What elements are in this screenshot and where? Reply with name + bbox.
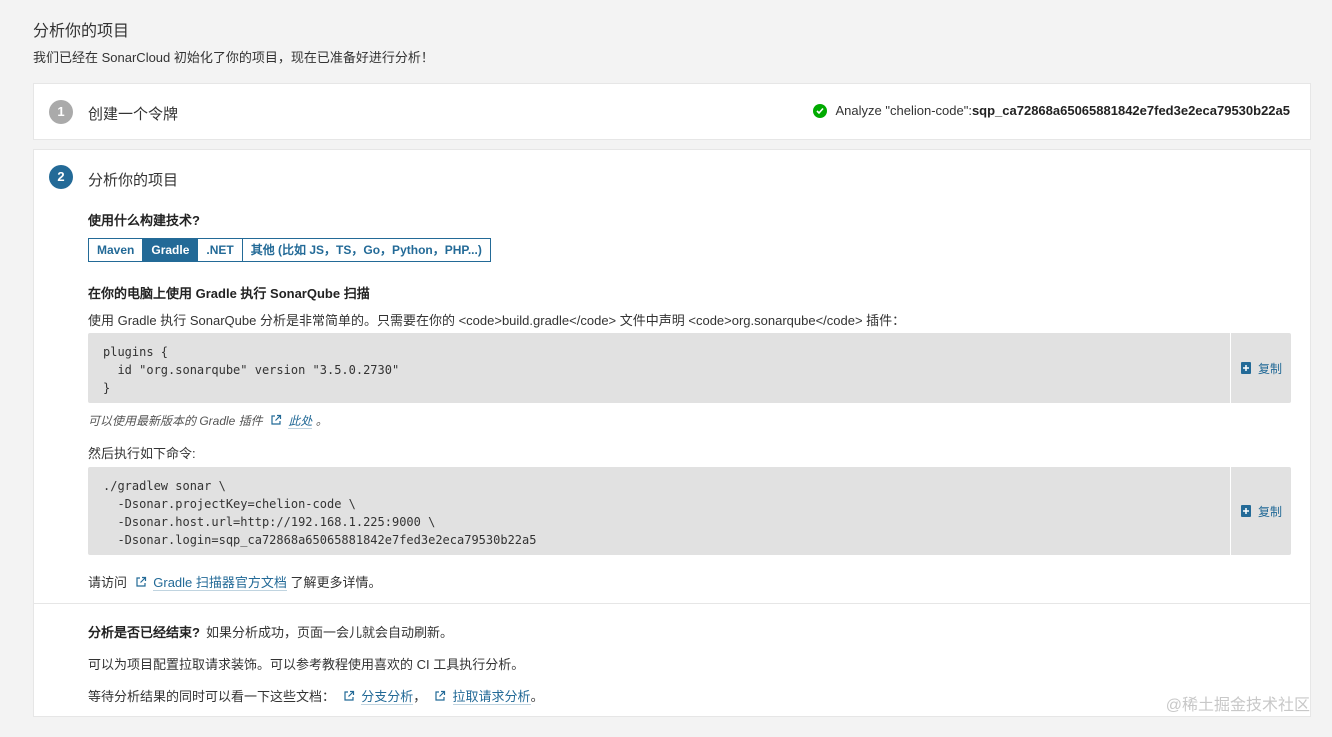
visit-prefix: 请访问 bbox=[88, 575, 128, 590]
watermark: @稀土掘金技术社区 bbox=[1165, 697, 1310, 714]
plugin-note-suffix: 。 bbox=[315, 414, 328, 428]
option-gradle[interactable]: Gradle bbox=[142, 238, 199, 262]
token-label: Analyze "chelion-code": bbox=[835, 103, 972, 118]
then-label: 然后执行如下命令: bbox=[88, 446, 196, 461]
docs-separator: ， bbox=[413, 689, 427, 704]
analysis-done-question: 分析是否已经结束? 如果分析成功，页面一会儿就会自动刷新。 bbox=[88, 622, 453, 641]
pr-decoration-text: 可以为项目配置拉取请求装饰。可以参考教程使用喜欢的 CI 工具执行分析。 bbox=[88, 657, 525, 672]
step-2-label: 分析你的项目 bbox=[88, 172, 179, 189]
step-number-1: 1 bbox=[49, 100, 73, 124]
plugin-note: 可以使用最新版本的 Gradle 插件 此处 。 bbox=[88, 412, 328, 429]
copy-icon bbox=[1240, 505, 1251, 517]
docs-suffix: 。 bbox=[530, 689, 544, 704]
page-title: 分析你的项目 bbox=[33, 23, 130, 40]
visit-suffix: 了解更多详情。 bbox=[290, 575, 382, 590]
option-other[interactable]: 其他 (比如 JS，TS，Go，Python，PHP...) bbox=[241, 238, 491, 262]
step-number-2: 2 bbox=[49, 165, 73, 189]
build-question: 使用什么构建技术? bbox=[88, 213, 200, 228]
step-create-token: 1 创建一个令牌 Analyze "chelion-code": sqp_ca7… bbox=[33, 83, 1311, 140]
external-link-icon bbox=[435, 690, 446, 701]
build-tech-selector: Maven Gradle .NET 其他 (比如 JS，TS，Go，Python… bbox=[88, 238, 491, 262]
divider bbox=[34, 603, 1310, 604]
copy-label: 复制 bbox=[1257, 504, 1282, 519]
option-maven[interactable]: Maven bbox=[88, 238, 144, 262]
external-link-icon bbox=[136, 576, 146, 587]
check-icon bbox=[812, 103, 827, 118]
external-link-icon bbox=[271, 414, 282, 425]
option-dotnet[interactable]: .NET bbox=[197, 238, 243, 262]
copy-label: 复制 bbox=[1257, 361, 1282, 376]
copy-button-plugin[interactable]: 复制 bbox=[1230, 333, 1291, 403]
plugin-code-block: plugins { id "org.sonarqube" version "3.… bbox=[88, 333, 1291, 403]
pull-request-analysis-link[interactable]: 拉取请求分析 bbox=[452, 689, 531, 705]
token-value: sqp_ca72868a65065881842e7fed3e2eca79530b… bbox=[971, 103, 1290, 118]
external-link-icon bbox=[344, 690, 354, 701]
step-1-label: 创建一个令牌 bbox=[88, 106, 179, 123]
done-answer: 如果分析成功，页面一会儿就会自动刷新。 bbox=[205, 625, 453, 640]
token-info: Analyze "chelion-code": sqp_ca72868a6506… bbox=[812, 103, 1290, 118]
done-question: 分析是否已经结束? bbox=[88, 625, 200, 640]
section-description: 使用 Gradle 执行 SonarQube 分析是非常简单的。只需要在你的 <… bbox=[88, 313, 906, 328]
plugin-link[interactable]: 此处 bbox=[288, 414, 313, 429]
docs-line: 等待分析结果的同时可以看一下这些文档： 分支分析， 拉取请求分析。 bbox=[88, 686, 544, 705]
branch-analysis-link[interactable]: 分支分析 bbox=[361, 689, 414, 705]
plugin-code: plugins { id "org.sonarqube" version "3.… bbox=[103, 345, 400, 395]
command-code: ./gradlew sonar \ -Dsonar.projectKey=che… bbox=[103, 479, 537, 547]
visit-docs: 请访问 Gradle 扫描器官方文档 了解更多详情。 bbox=[88, 572, 382, 591]
copy-icon bbox=[1240, 362, 1251, 374]
gradle-docs-link[interactable]: Gradle 扫描器官方文档 bbox=[153, 575, 287, 591]
section-title: 在你的电脑上使用 Gradle 执行 SonarQube 扫描 bbox=[88, 286, 370, 301]
copy-button-command[interactable]: 复制 bbox=[1230, 467, 1291, 555]
step-analyze-project: 2 分析你的项目 使用什么构建技术? Maven Gradle .NET 其他 … bbox=[33, 149, 1311, 717]
command-code-block: ./gradlew sonar \ -Dsonar.projectKey=che… bbox=[88, 467, 1291, 555]
docs-prefix: 等待分析结果的同时可以看一下这些文档： bbox=[88, 689, 336, 704]
page-subtitle: 我们已经在 SonarCloud 初始化了你的项目，现在已准备好进行分析！ bbox=[33, 50, 434, 65]
plugin-note-text: 可以使用最新版本的 Gradle 插件 bbox=[88, 414, 263, 428]
